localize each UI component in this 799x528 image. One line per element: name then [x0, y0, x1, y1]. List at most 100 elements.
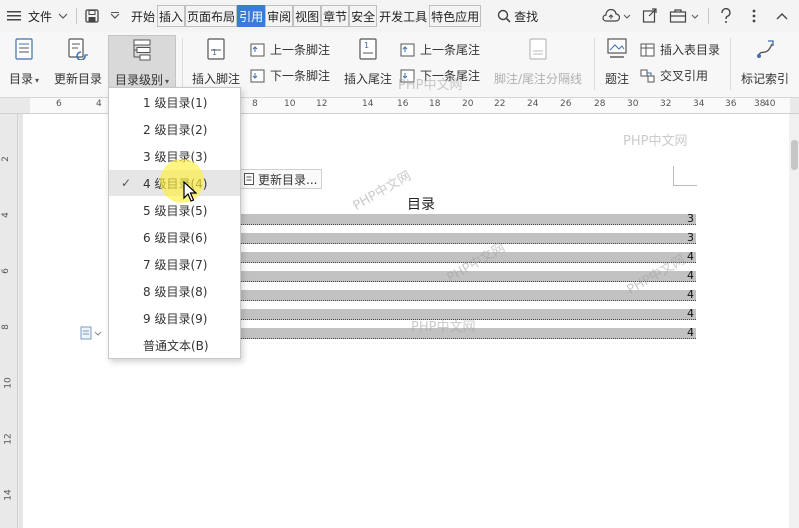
ruler-number: 22 [494, 99, 506, 109]
file-menu-label: 文件 [28, 9, 53, 24]
prev-endnote-icon [400, 42, 416, 58]
watermark: PHP中文网 [623, 134, 688, 149]
tab-2[interactable]: 页面布局 [185, 5, 238, 27]
table-toc-icon [640, 42, 656, 58]
tab-6[interactable]: 章节 [321, 5, 350, 27]
footnote-separator-button[interactable]: 脚注/尾注分隔线 [492, 36, 584, 87]
toc-entry[interactable]: 3 [241, 212, 696, 225]
toc-level-option[interactable]: 1 级目录(1) [109, 89, 240, 115]
next-footnote-label: 下一条脚注 [270, 69, 331, 83]
vertical-scrollbar[interactable] [789, 114, 799, 528]
tab-0[interactable]: 开始 [129, 5, 157, 27]
tab-1[interactable]: 插入 [157, 5, 186, 27]
tab-4[interactable]: 审阅 [265, 5, 294, 27]
toc-level-option-label: 5 级目录(5) [143, 203, 208, 218]
margin-corner-mark [673, 166, 697, 186]
tab-5[interactable]: 视图 [293, 5, 322, 27]
toc-level-option-label: 普通文本(B) [143, 338, 209, 353]
toc-title: 目录 [407, 197, 435, 213]
next-footnote-button[interactable]: 下一条脚注 [250, 67, 330, 84]
toc-level-option[interactable]: 2 级目录(2) [109, 116, 240, 142]
footnote-icon: 1 [204, 36, 228, 62]
prev-endnote-button[interactable]: 上一条尾注 [400, 41, 480, 58]
chevron-down-icon [58, 13, 68, 19]
checkmark-icon: ✓ [120, 176, 132, 190]
caption-label: 题注 [604, 72, 629, 86]
insert-table-toc-button[interactable]: 插入表目录 [640, 41, 720, 58]
update-toc-inline-button[interactable]: 更新目录... [239, 169, 323, 189]
divider [594, 38, 595, 90]
toc-page-number: 4 [687, 250, 694, 263]
caret-icon: ▾ [35, 76, 40, 85]
toc-page-number: 4 [687, 326, 694, 339]
caption-button[interactable]: 题注 [602, 36, 632, 87]
tab-8[interactable]: 开发工具 [377, 5, 429, 27]
chevron-down-icon[interactable] [622, 14, 632, 19]
toc-level-option-label: 2 级目录(2) [143, 122, 208, 137]
ruler-number: 12 [316, 99, 328, 109]
cross-reference-button[interactable]: 交叉引用 [640, 67, 708, 84]
update-toc-button[interactable]: 更新目录 [50, 36, 106, 87]
save-icon[interactable] [83, 7, 101, 25]
insert-footnote-button[interactable]: 1 插入脚注 [190, 36, 242, 87]
toc-level-button[interactable]: 目录级别 ▾ [108, 35, 176, 89]
mark-index-button[interactable]: 标记索引 [738, 36, 792, 87]
collapse-ribbon-icon[interactable] [771, 12, 793, 20]
toc-icon [12, 36, 36, 62]
ruler-number: 26 [560, 99, 572, 109]
ruler-number: 2 [0, 156, 11, 162]
update-toc-inline-label: 更新目录... [258, 172, 318, 187]
watermark: PHP中文网 [350, 168, 414, 214]
scrollbar-thumb[interactable] [791, 140, 798, 170]
tab-9[interactable]: 特色应用 [429, 5, 482, 27]
separator-icon [526, 36, 550, 62]
more-icon[interactable] [743, 8, 765, 24]
toc-level-option[interactable]: 普通文本(B) [109, 332, 240, 358]
refresh-doc-icon [66, 36, 90, 62]
svg-text:1: 1 [364, 41, 369, 50]
mark-index-label: 标记索引 [740, 72, 789, 86]
toc-page-number: 3 [687, 231, 694, 244]
toc-page-number: 4 [687, 307, 694, 320]
hamburger-menu-icon[interactable] [6, 8, 22, 24]
insert-table-toc-label: 插入表目录 [660, 43, 721, 57]
toc-page-number: 4 [687, 288, 694, 301]
insert-endnote-button[interactable]: 1 插入尾注 [342, 36, 394, 87]
toc-page-number: 4 [687, 269, 694, 282]
quick-access-dropdown-icon[interactable] [107, 8, 123, 24]
divider [708, 8, 709, 24]
toc-level-option[interactable]: 9 级目录(9) [109, 305, 240, 331]
toc-level-option[interactable]: 8 级目录(8) [109, 278, 240, 304]
ruler-number: 4 [96, 99, 102, 109]
toc-level-option[interactable]: 7 级目录(7) [109, 251, 240, 277]
tab-3[interactable]: 引用 [237, 5, 266, 27]
document-icon [244, 173, 254, 185]
search-button[interactable]: 查找 [495, 4, 540, 28]
ruler-number: 4 [0, 212, 11, 218]
file-menu[interactable]: 文件 [26, 4, 70, 28]
ruler-number: 32 [660, 99, 672, 109]
ruler-number: 8 [252, 99, 258, 109]
vertical-ruler[interactable]: 2 4 6 8 10 12 14 [0, 114, 18, 528]
help-icon[interactable] [715, 8, 737, 24]
ruler-number: 34 [693, 99, 705, 109]
cross-reference-icon [640, 68, 656, 84]
chevron-down-icon[interactable] [690, 14, 700, 19]
ruler-number: 10 [284, 99, 296, 109]
ruler-number: 14 [3, 489, 14, 501]
toc-level-option[interactable]: 6 级目录(6) [109, 224, 240, 250]
paragraph-format-icon[interactable] [80, 326, 102, 340]
toc-level-icon [130, 37, 154, 63]
tab-7[interactable]: 安全 [349, 5, 378, 27]
cloud-sync-icon[interactable] [600, 9, 622, 23]
toolbox-icon[interactable] [666, 8, 690, 24]
cross-reference-label: 交叉引用 [660, 69, 709, 83]
toc-button[interactable]: 目录 ▾ [6, 36, 42, 87]
toc-entry[interactable]: 3 [241, 231, 696, 244]
toc-level-label: 目录级别 [114, 73, 163, 87]
prev-footnote-button[interactable]: 上一条脚注 [250, 41, 330, 58]
ruler-number: 6 [0, 268, 11, 274]
share-icon[interactable] [638, 8, 662, 24]
next-footnote-icon [250, 68, 266, 84]
ruler-number: 14 [362, 99, 374, 109]
